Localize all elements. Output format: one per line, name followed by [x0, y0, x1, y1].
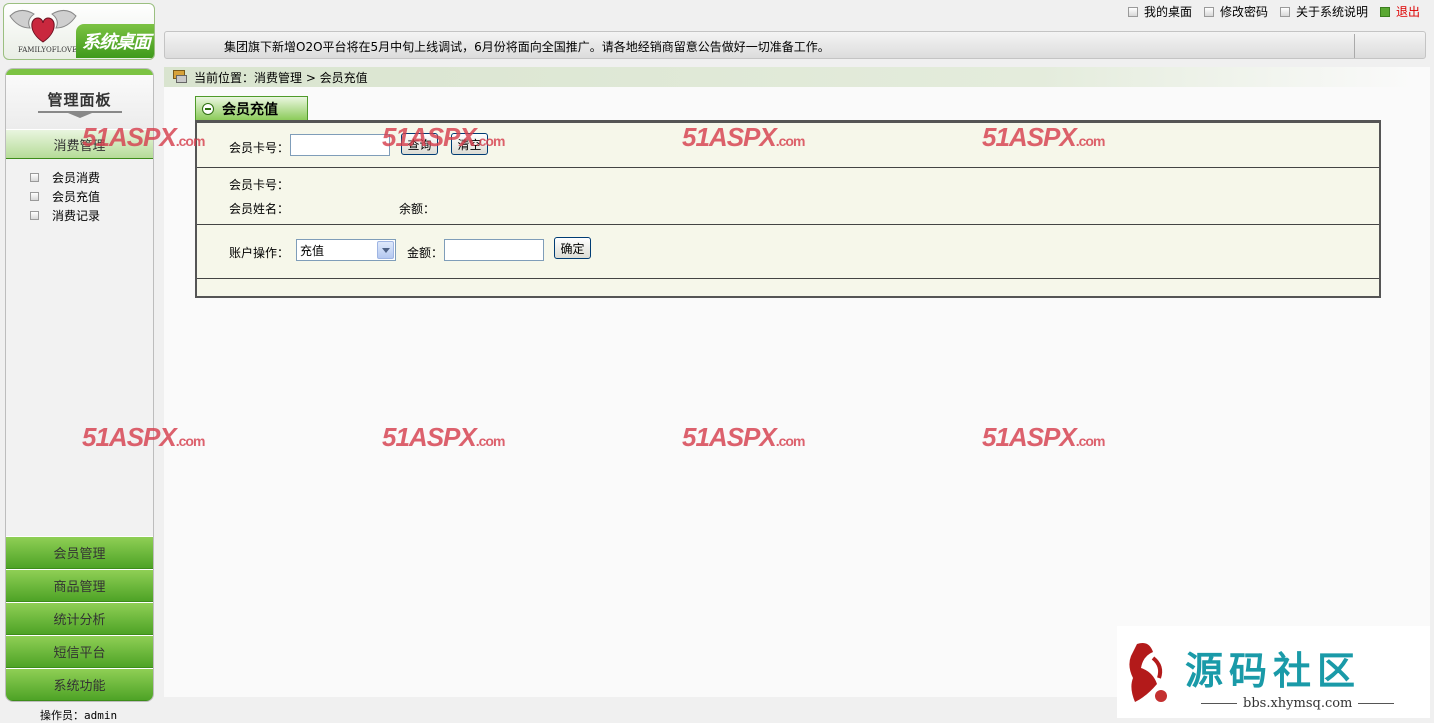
- sidebar: 管理面板 消费管理 会员消费 会员充值 消费记录 会员管理 商品管理 统计分析 …: [5, 68, 154, 702]
- panel-tab: 会员充值: [195, 96, 308, 120]
- operation-select[interactable]: 充值: [296, 239, 396, 261]
- submenu-list: 会员消费 会员充值 消费记录: [6, 159, 153, 225]
- breadcrumb: 当前位置：消费管理 > 会员充值: [164, 67, 1414, 87]
- sidebar-title: 管理面板: [47, 91, 112, 109]
- logo-subtitle: FAMILYOFLOVE: [18, 46, 78, 54]
- notice-divider: [1354, 34, 1355, 58]
- logout-square-icon: [1379, 6, 1390, 17]
- notice-bar: 集团旗下新增O2O平台将在5月中旬上线调试，6月份将面向全国推广。请各地经销商留…: [164, 31, 1426, 59]
- top-links: 我的桌面 修改密码 关于系统说明 退出: [1127, 3, 1420, 20]
- info-name-label: 会员姓名：: [229, 202, 290, 216]
- link-logout[interactable]: 退出: [1379, 3, 1420, 20]
- operation-selected: 充值: [300, 243, 325, 258]
- submenu-label: 消费记录: [52, 209, 101, 223]
- link-change-password[interactable]: 修改密码: [1203, 3, 1268, 20]
- info-balance-label: 余额：: [399, 202, 436, 216]
- card-number-label: 会员卡号：: [229, 141, 290, 155]
- title-arrow-icon: [68, 113, 92, 118]
- clear-button[interactable]: 清空: [451, 133, 488, 155]
- panel-title: 会员充值: [222, 101, 278, 118]
- square-icon: [1203, 6, 1214, 17]
- heart-wings-logo-icon: [9, 10, 77, 43]
- operation-row: 账户操作： 充值 金额： 确定: [197, 225, 1379, 279]
- submenu-member-recharge[interactable]: 会员充值: [30, 187, 153, 206]
- chevron-down-icon: [377, 241, 394, 259]
- app-logo: FAMILYOFLOVE 系统桌面: [3, 3, 155, 60]
- logo-title: 系统桌面: [76, 24, 154, 58]
- collapse-icon[interactable]: [202, 102, 214, 115]
- search-row: 会员卡号： 查询 清空: [197, 123, 1379, 168]
- panel-body: 会员卡号： 查询 清空 会员卡号： 会员姓名： 余额： 账户操作： 充值 金额：: [195, 120, 1381, 298]
- notice-text: 集团旗下新增O2O平台将在5月中旬上线调试，6月份将面向全国推广。请各地经销商留…: [224, 40, 830, 54]
- source-community-badge: 源码社区 bbs.xhymsq.com: [1117, 626, 1430, 718]
- card-number-input[interactable]: [290, 134, 390, 156]
- amount-label: 金额：: [407, 246, 444, 260]
- submenu-label: 会员充值: [52, 190, 101, 204]
- menu-member-management[interactable]: 会员管理: [6, 536, 153, 569]
- amount-input[interactable]: [444, 239, 544, 261]
- recharge-panel: 会员充值 会员卡号： 查询 清空 会员卡号： 会员姓名： 余额： 账户操作： 充…: [195, 96, 1381, 298]
- info-card-label: 会员卡号：: [229, 178, 290, 192]
- link-label: 关于系统说明: [1295, 5, 1368, 19]
- link-label: 修改密码: [1219, 5, 1268, 19]
- badge-title: 源码社区: [1185, 649, 1362, 693]
- calligraphy-seal-icon: [1129, 643, 1167, 702]
- main-content: 当前位置：消费管理 > 会员充值 会员充值 会员卡号： 查询 清空 会员卡号： …: [164, 67, 1430, 697]
- submenu-consumption-records[interactable]: 消费记录: [30, 206, 153, 225]
- link-about[interactable]: 关于系统说明: [1279, 3, 1368, 20]
- square-icon: [30, 192, 39, 201]
- square-icon: [1127, 6, 1138, 17]
- account-operation-label: 账户操作：: [229, 246, 290, 260]
- info-row: 会员卡号： 会员姓名： 余额：: [197, 168, 1379, 225]
- link-label: 退出: [1395, 5, 1420, 19]
- location-icon: [172, 70, 188, 84]
- menu-consumption-management[interactable]: 消费管理: [6, 129, 153, 159]
- link-label: 我的桌面: [1143, 5, 1192, 19]
- menu-statistics[interactable]: 统计分析: [6, 602, 153, 635]
- square-icon: [1279, 6, 1290, 17]
- submenu-member-consumption[interactable]: 会员消费: [30, 168, 153, 187]
- menu-product-management[interactable]: 商品管理: [6, 569, 153, 602]
- link-my-desktop[interactable]: 我的桌面: [1127, 3, 1192, 20]
- confirm-button[interactable]: 确定: [554, 237, 591, 259]
- square-icon: [30, 173, 39, 182]
- operator-label: 操作员：admin: [40, 709, 118, 722]
- breadcrumb-text: 当前位置：消费管理 > 会员充值: [194, 70, 368, 85]
- badge-url: bbs.xhymsq.com: [1195, 696, 1400, 711]
- menu-system-functions[interactable]: 系统功能: [6, 668, 153, 701]
- submenu-label: 会员消费: [52, 171, 101, 185]
- sidebar-menus: 会员管理 商品管理 统计分析 短信平台 系统功能: [6, 536, 153, 701]
- square-icon: [30, 211, 39, 220]
- menu-sms-platform[interactable]: 短信平台: [6, 635, 153, 668]
- sidebar-header: 管理面板: [6, 69, 153, 129]
- query-button[interactable]: 查询: [401, 133, 438, 155]
